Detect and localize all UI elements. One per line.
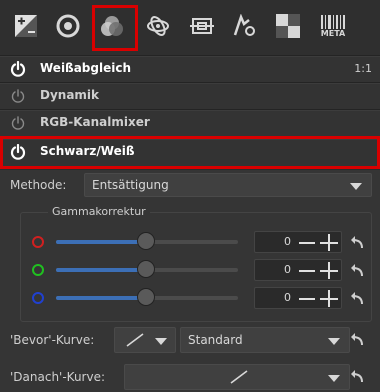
exposure-tab-icon[interactable] <box>14 14 38 38</box>
minus-icon[interactable] <box>299 242 315 244</box>
slider-knob[interactable] <box>137 232 155 250</box>
blue-channel-icon <box>32 292 44 304</box>
section-label: RGB-Kanalmixer <box>40 115 150 129</box>
after-curve-dropdown[interactable] <box>124 364 350 390</box>
section-white-balance[interactable]: Weißabgleich 1:1 <box>0 56 380 83</box>
linear-curve-icon <box>230 370 248 384</box>
slider-fill <box>56 240 147 244</box>
reset-icon[interactable] <box>350 264 364 278</box>
advanced-tab-icon[interactable] <box>146 14 170 38</box>
section-label: Dynamik <box>40 88 100 102</box>
blue-gamma-slider[interactable] <box>56 288 238 306</box>
gamma-title: Gammakorrektur <box>48 205 150 218</box>
green-gamma-spinbox[interactable]: 0 <box>254 259 342 281</box>
chevron-down-icon <box>350 183 362 190</box>
spin-value: 0 <box>284 291 291 304</box>
tool-panel-tabs: META <box>0 0 380 56</box>
before-curve-mode-value: Standard <box>188 333 243 347</box>
before-curve-mode-dropdown[interactable]: Standard <box>180 327 350 353</box>
reset-icon[interactable] <box>350 333 364 347</box>
minus-icon[interactable] <box>299 298 315 300</box>
slider-fill <box>56 296 147 300</box>
slider-knob[interactable] <box>137 288 155 306</box>
spin-value: 0 <box>284 235 291 248</box>
linear-curve-icon <box>126 333 144 347</box>
power-on-icon[interactable] <box>10 61 26 77</box>
meta-label: META <box>320 29 346 38</box>
red-gamma-slider[interactable] <box>56 232 238 250</box>
green-gamma-slider[interactable] <box>56 260 238 278</box>
red-channel-icon <box>32 236 44 248</box>
section-rgb-channel-mixer[interactable]: RGB-Kanalmixer <box>0 110 380 137</box>
section-highlight <box>0 136 380 169</box>
method-value: Entsättigung <box>92 178 169 192</box>
transform-tab-icon[interactable] <box>190 14 214 38</box>
after-curve-label: 'Danach'-Kurve: <box>10 370 106 384</box>
reset-icon[interactable] <box>350 370 364 384</box>
meta-tab[interactable]: META <box>320 14 346 38</box>
power-off-icon[interactable] <box>10 88 26 104</box>
slider-knob[interactable] <box>137 260 155 278</box>
checker-tab-icon[interactable] <box>276 14 300 38</box>
badge-1-1: 1:1 <box>354 62 372 75</box>
blue-gamma-spinbox[interactable]: 0 <box>254 287 342 309</box>
power-off-icon[interactable] <box>10 115 26 131</box>
selected-tab-highlight <box>92 5 138 51</box>
section-label: Weißabgleich <box>40 61 131 75</box>
red-gamma-spinbox[interactable]: 0 <box>254 231 342 253</box>
slider-fill <box>56 268 147 272</box>
before-curve-type-dropdown[interactable] <box>114 327 176 353</box>
minus-icon[interactable] <box>299 270 315 272</box>
raw-tab-icon[interactable] <box>232 14 256 38</box>
detail-tab-icon[interactable] <box>56 14 80 38</box>
spin-value: 0 <box>284 263 291 276</box>
green-channel-icon <box>32 264 44 276</box>
reset-icon[interactable] <box>350 292 364 306</box>
section-dynamik[interactable]: Dynamik <box>0 83 380 110</box>
barcode-icon <box>321 15 345 29</box>
method-label: Methode: <box>10 178 67 192</box>
method-dropdown[interactable]: Entsättigung <box>84 173 372 197</box>
chevron-down-icon <box>328 338 340 345</box>
before-curve-label: 'Bevor'-Kurve: <box>10 333 95 347</box>
reset-icon[interactable] <box>350 236 364 250</box>
chevron-down-icon <box>328 375 340 382</box>
chevron-down-icon <box>155 338 167 345</box>
